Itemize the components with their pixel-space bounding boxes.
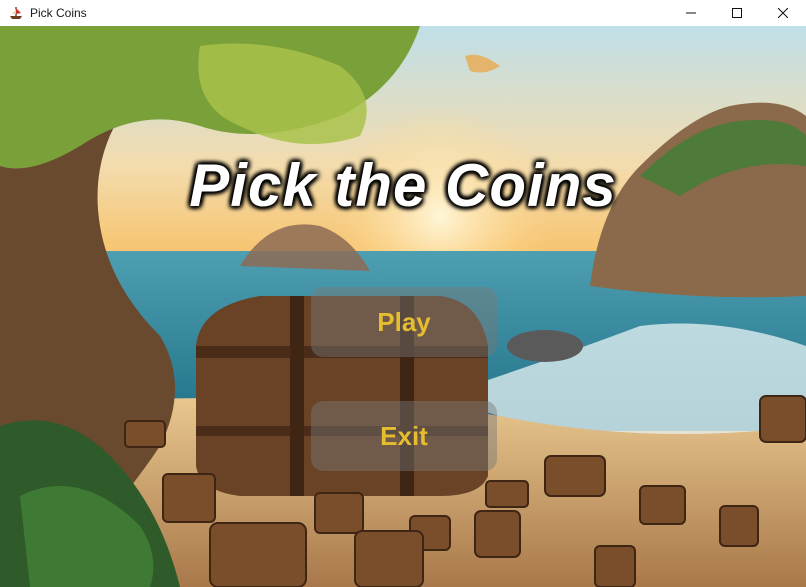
game-title: Pick the Coins <box>189 152 617 219</box>
window-title: Pick Coins <box>30 6 87 20</box>
close-icon <box>778 8 788 18</box>
pirate-ship-icon <box>8 5 24 21</box>
window-controls <box>668 0 806 26</box>
exit-button[interactable]: Exit <box>311 401 497 471</box>
title-bar: Pick Coins <box>0 0 806 26</box>
close-button[interactable] <box>760 0 806 26</box>
minimize-button[interactable] <box>668 0 714 26</box>
play-button[interactable]: Play <box>311 287 497 357</box>
game-scene: Pick the Coins Play Exit <box>0 26 806 587</box>
minimize-icon <box>686 12 696 14</box>
maximize-button[interactable] <box>714 0 760 26</box>
maximize-icon <box>732 8 742 18</box>
app-window: Pick Coins Pick the Coins Play Exit <box>0 0 806 587</box>
